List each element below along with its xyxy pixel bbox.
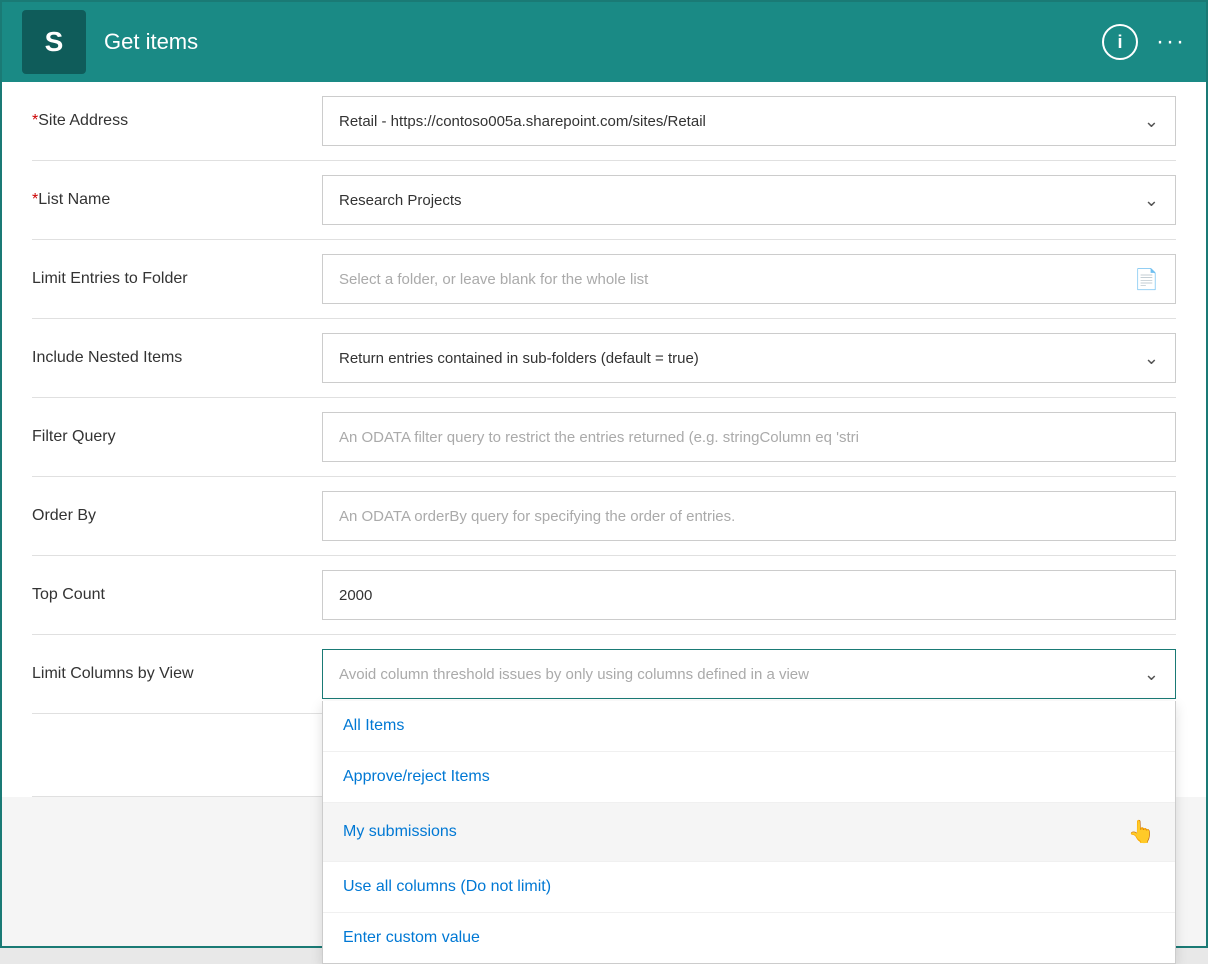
- include-nested-dropdown[interactable]: Return entries contained in sub-folders …: [322, 333, 1176, 383]
- limit-columns-dropdown-menu: All Items Approve/reject Items My submis…: [322, 701, 1176, 964]
- filter-query-placeholder: An ODATA filter query to restrict the en…: [339, 429, 1159, 446]
- filter-query-field: An ODATA filter query to restrict the en…: [322, 412, 1176, 462]
- site-address-chevron-icon: ⌄: [1144, 111, 1159, 132]
- panel-title: Get items: [104, 29, 1102, 55]
- dropdown-item-all-items[interactable]: All Items: [323, 701, 1175, 752]
- site-address-label: Site Address: [32, 112, 322, 130]
- limit-columns-dropdown[interactable]: Avoid column threshold issues by only us…: [322, 649, 1176, 699]
- filter-query-row: Filter Query An ODATA filter query to re…: [32, 398, 1176, 477]
- limit-columns-label: Limit Columns by View: [32, 665, 322, 683]
- site-address-row: Site Address Retail - https://contoso005…: [32, 82, 1176, 161]
- top-count-field: [322, 570, 1176, 620]
- limit-columns-row: Limit Columns by View Avoid column thres…: [32, 635, 1176, 714]
- order-by-input[interactable]: An ODATA orderBy query for specifying th…: [322, 491, 1176, 541]
- list-name-dropdown[interactable]: Research Projects ⌄: [322, 175, 1176, 225]
- site-address-field: Retail - https://contoso005a.sharepoint.…: [322, 96, 1176, 146]
- list-name-label: List Name: [32, 191, 322, 209]
- order-by-placeholder: An ODATA orderBy query for specifying th…: [339, 508, 1159, 525]
- dropdown-item-enter-custom[interactable]: Enter custom value: [323, 913, 1175, 963]
- order-by-field: An ODATA orderBy query for specifying th…: [322, 491, 1176, 541]
- limit-columns-chevron-icon: ⌄: [1144, 664, 1159, 685]
- limit-entries-label: Limit Entries to Folder: [32, 270, 322, 288]
- cursor-icon: 👆: [1128, 819, 1155, 845]
- site-address-dropdown[interactable]: Retail - https://contoso005a.sharepoint.…: [322, 96, 1176, 146]
- panel-header: S Get items i ···: [2, 2, 1206, 82]
- list-name-value: Research Projects: [339, 192, 1134, 209]
- header-actions: i ···: [1102, 24, 1186, 60]
- include-nested-label: Include Nested Items: [32, 349, 322, 367]
- form-content: Site Address Retail - https://contoso005…: [2, 82, 1206, 946]
- top-count-label: Top Count: [32, 586, 322, 604]
- order-by-row: Order By An ODATA orderBy query for spec…: [32, 477, 1176, 556]
- app-logo: S: [22, 10, 86, 74]
- limit-entries-field: Select a folder, or leave blank for the …: [322, 254, 1176, 304]
- site-address-value: Retail - https://contoso005a.sharepoint.…: [339, 113, 1134, 130]
- form-section: Site Address Retail - https://contoso005…: [2, 82, 1206, 797]
- list-name-field: Research Projects ⌄: [322, 175, 1176, 225]
- order-by-label: Order By: [32, 507, 322, 525]
- include-nested-value: Return entries contained in sub-folders …: [339, 350, 1134, 367]
- limit-entries-input[interactable]: Select a folder, or leave blank for the …: [322, 254, 1176, 304]
- info-button[interactable]: i: [1102, 24, 1138, 60]
- filter-query-label: Filter Query: [32, 428, 322, 446]
- limit-columns-field: Avoid column threshold issues by only us…: [322, 649, 1176, 699]
- list-name-chevron-icon: ⌄: [1144, 190, 1159, 211]
- include-nested-row: Include Nested Items Return entries cont…: [32, 319, 1176, 398]
- filter-query-input[interactable]: An ODATA filter query to restrict the en…: [322, 412, 1176, 462]
- limit-entries-placeholder: Select a folder, or leave blank for the …: [339, 271, 1124, 288]
- top-count-row: Top Count: [32, 556, 1176, 635]
- logo-letter: S: [45, 26, 64, 58]
- top-count-input[interactable]: [322, 570, 1176, 620]
- limit-columns-placeholder: Avoid column threshold issues by only us…: [339, 666, 1134, 683]
- folder-icon: 📄: [1134, 267, 1159, 292]
- get-items-panel: S Get items i ··· Site Address Retail - …: [0, 0, 1208, 948]
- include-nested-field: Return entries contained in sub-folders …: [322, 333, 1176, 383]
- more-button[interactable]: ···: [1156, 28, 1186, 56]
- dropdown-item-approve-reject[interactable]: Approve/reject Items: [323, 752, 1175, 803]
- list-name-row: List Name Research Projects ⌄: [32, 161, 1176, 240]
- dropdown-item-my-submissions[interactable]: My submissions 👆: [323, 803, 1175, 862]
- dropdown-item-use-all-columns[interactable]: Use all columns (Do not limit): [323, 862, 1175, 913]
- include-nested-chevron-icon: ⌄: [1144, 348, 1159, 369]
- limit-entries-row: Limit Entries to Folder Select a folder,…: [32, 240, 1176, 319]
